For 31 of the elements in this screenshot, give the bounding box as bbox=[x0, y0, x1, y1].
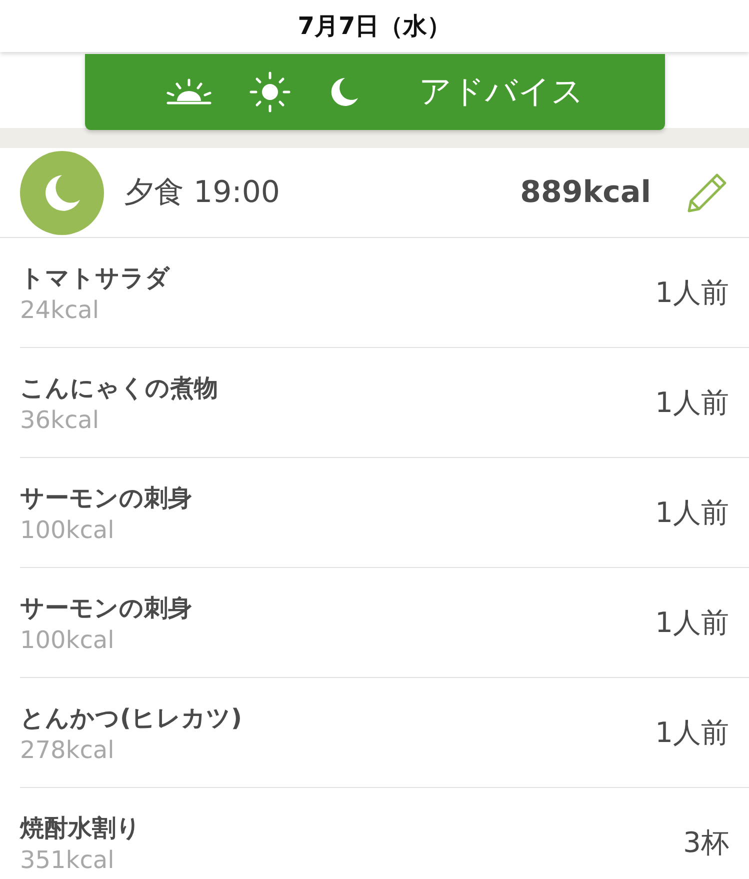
food-row[interactable]: 焼酎水割り 351kcal 3杯 bbox=[20, 788, 749, 879]
sunrise-icon[interactable] bbox=[165, 77, 213, 107]
food-amount: 3杯 bbox=[683, 824, 729, 860]
pencil-icon[interactable] bbox=[685, 170, 729, 214]
food-kcal: 351kcal bbox=[20, 846, 116, 874]
food-row[interactable]: トマトサラダ 24kcal 1人前 bbox=[20, 238, 749, 348]
food-kcal: 24kcal bbox=[20, 296, 100, 324]
food-row[interactable]: とんかつ(ヒレカツ) 278kcal 1人前 bbox=[20, 678, 749, 788]
food-kcal: 100kcal bbox=[20, 516, 116, 544]
food-name: とんかつ(ヒレカツ) bbox=[20, 702, 242, 734]
meal-title: 夕食 19:00 bbox=[124, 174, 281, 212]
food-kcal: 278kcal bbox=[20, 736, 116, 764]
food-row[interactable]: サーモンの刺身 100kcal 1人前 bbox=[20, 568, 749, 678]
meal-total-kcal: 889kcal bbox=[520, 175, 651, 210]
food-amount: 1人前 bbox=[655, 714, 729, 750]
food-row[interactable]: サーモンの刺身 100kcal 1人前 bbox=[20, 458, 749, 568]
sun-icon[interactable] bbox=[249, 71, 291, 113]
food-amount: 1人前 bbox=[655, 274, 729, 310]
food-kcal: 100kcal bbox=[20, 626, 116, 654]
food-name: トマトサラダ bbox=[20, 262, 170, 294]
food-name: サーモンの刺身 bbox=[20, 592, 192, 624]
food-row[interactable]: こんにゃくの煮物 36kcal 1人前 bbox=[20, 348, 749, 458]
food-name: 焼酎水割り bbox=[20, 812, 141, 844]
food-kcal: 36kcal bbox=[20, 406, 100, 434]
food-name: サーモンの刺身 bbox=[20, 482, 192, 514]
date-title: 7月7日（水） bbox=[298, 11, 452, 42]
food-name: こんにゃくの煮物 bbox=[20, 372, 218, 404]
food-amount: 1人前 bbox=[655, 494, 729, 530]
advice-button[interactable]: アドバイス bbox=[419, 70, 584, 114]
food-amount: 1人前 bbox=[655, 604, 729, 640]
food-amount: 1人前 bbox=[655, 384, 729, 420]
